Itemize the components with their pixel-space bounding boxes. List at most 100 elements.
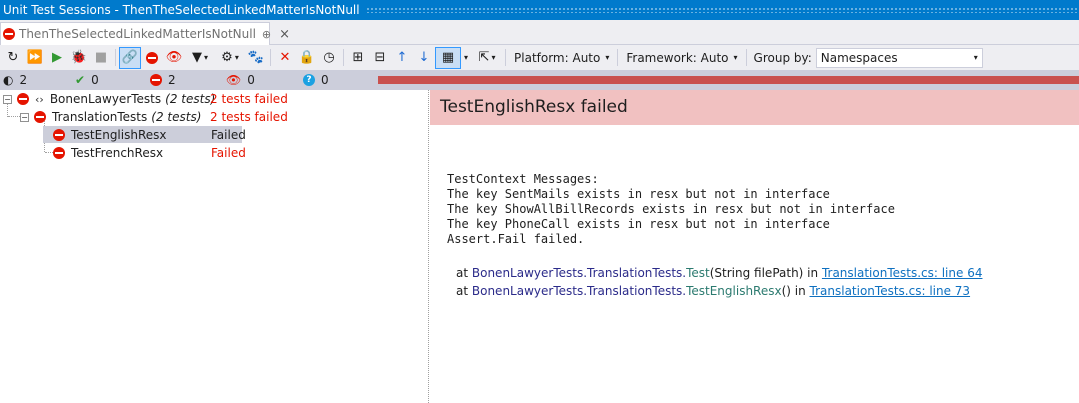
stack-method[interactable]: TestEnglishResx [686, 284, 782, 298]
export-dropdown[interactable]: ⇱ ▾ [472, 47, 502, 69]
platform-label: Platform: Auto [514, 50, 601, 65]
unknown-count-value: 0 [321, 73, 329, 87]
total-count-value: 2 [19, 73, 28, 87]
lock-button[interactable]: 🔒 [296, 47, 318, 69]
groupby-select[interactable]: Namespaces ▾ [815, 47, 983, 68]
track-running-button[interactable]: 🔗 [119, 46, 141, 69]
stack-at: at [456, 284, 472, 298]
ignored-count-value: 0 [247, 73, 255, 87]
session-tab-label: ThenTheSelectedLinkedMatterIsNotNull [19, 27, 256, 41]
framework-dropdown[interactable]: Framework: Auto ▾ [621, 51, 742, 65]
stack-frame: at BonenLawyerTests.TranslationTests.Tes… [456, 266, 982, 280]
stack-method[interactable]: Test [686, 266, 710, 280]
run-all-button[interactable]: ⏩ [24, 47, 46, 69]
group-icon: ⚙ [221, 50, 233, 65]
stack-args: (String filePath) in [709, 266, 822, 280]
node-status: Failed [211, 146, 246, 160]
collapse-all-icon: ⊟ [374, 50, 386, 65]
stack-at: at [456, 266, 472, 280]
node-status: 2 tests failed [210, 92, 288, 106]
collapse-toggle-icon[interactable]: − [20, 112, 29, 122]
stack-class[interactable]: BonenLawyerTests.TranslationTests. [472, 284, 686, 298]
lock-icon: 🔒 [298, 50, 316, 65]
chevron-down-icon: ▾ [491, 53, 496, 62]
node-label: TestEnglishResx [71, 128, 167, 142]
debug-icon: 🐞 [70, 50, 88, 65]
expand-all-button[interactable]: ⊞ [347, 47, 369, 69]
toolbar-separator [343, 49, 344, 66]
document-tab-strip: ThenTheSelectedLinkedMatterIsNotNull ⊕ × [0, 20, 1079, 45]
clock-button[interactable]: ◷ [318, 47, 340, 69]
tree-node-test[interactable]: TestFrenchResx [53, 144, 163, 162]
tree-node-class[interactable]: − TranslationTests (2 tests) [20, 108, 201, 126]
passed-count-value: 0 [91, 73, 99, 87]
layout-icon: ▦ [441, 50, 455, 65]
tree-node-test[interactable]: TestEnglishResx [53, 126, 167, 144]
group-dropdown[interactable]: ⚙ ▾ [215, 47, 245, 69]
previous-button[interactable]: ↑ [391, 47, 413, 69]
passed-count[interactable]: ✔ 0 [75, 72, 99, 88]
arrow-up-icon: ↑ [396, 50, 408, 65]
stack-args: () in [781, 284, 810, 298]
failed-count[interactable]: 2 [150, 72, 176, 88]
run-button[interactable]: ▶ [46, 47, 68, 69]
node-label: BonenLawyerTests [49, 92, 162, 106]
debug-button[interactable]: 🐞 [68, 47, 90, 69]
ignored-count[interactable]: 👁 0 [226, 72, 255, 88]
node-count: (2 tests) [151, 110, 202, 124]
message-line: Assert.Fail failed. [447, 232, 585, 246]
stop-icon: ■ [94, 50, 108, 65]
toolbar-separator [617, 49, 619, 66]
namespace-icon: ‹› [35, 92, 44, 106]
failed-status-icon [150, 74, 162, 86]
message-line: The key PhoneCall exists in resx but not… [447, 217, 830, 231]
stack-class[interactable]: BonenLawyerTests.TranslationTests. [472, 266, 686, 280]
source-link[interactable]: TranslationTests.cs: line 73 [810, 284, 971, 298]
toolbar-separator [745, 49, 747, 66]
collapse-toggle-icon[interactable]: − [3, 94, 12, 104]
test-tree: − ‹› BonenLawyerTests (2 tests) 2 tests … [0, 90, 428, 403]
failed-status-icon [53, 129, 65, 141]
test-output-panel: TestEnglishResx failed TestContext Messa… [430, 90, 1079, 403]
stop-button[interactable]: ■ [90, 47, 112, 69]
title-grip[interactable] [365, 7, 1077, 13]
message-line: TestContext Messages: [447, 172, 599, 186]
toolbar-separator [505, 49, 507, 66]
failed-count-value: 2 [168, 73, 176, 87]
export-icon: ⇱ [478, 50, 490, 65]
chevron-down-icon[interactable]: ▾ [464, 53, 468, 62]
source-link[interactable]: TranslationTests.cs: line 64 [822, 266, 983, 280]
arrow-down-icon: ↓ [418, 50, 430, 65]
result-heading: TestEnglishResx failed [430, 90, 1079, 125]
platform-dropdown[interactable]: Platform: Auto ▾ [509, 51, 614, 65]
layout-dropdown[interactable]: ▦ [435, 46, 461, 69]
groupby-label: Group by: [753, 50, 812, 65]
paw-button[interactable]: 🐾 [245, 47, 267, 69]
run-all-icon: ⏩ [26, 50, 44, 65]
show-ignored-button[interactable]: 👁 [163, 47, 185, 69]
unknown-count[interactable]: ? 0 [303, 72, 329, 88]
collapse-all-button[interactable]: ⊟ [369, 47, 391, 69]
tree-node-namespace[interactable]: − ‹› BonenLawyerTests (2 tests) [3, 90, 215, 108]
refresh-button[interactable]: ↻ [2, 47, 24, 69]
pin-icon[interactable]: ⊕ [262, 28, 271, 41]
groupby-value: Namespaces [820, 50, 898, 65]
node-count: (2 tests) [165, 92, 216, 106]
node-status: Failed [211, 128, 246, 142]
remove-button[interactable]: ✕ [274, 47, 296, 69]
chevron-down-icon: ▾ [973, 53, 978, 62]
tree-guide-line [8, 116, 20, 117]
progress-bar-fill [378, 76, 1079, 84]
close-icon[interactable]: × [279, 27, 290, 42]
tree-guide-line [45, 152, 53, 153]
failed-status-icon [3, 28, 15, 40]
session-tab[interactable]: ThenTheSelectedLinkedMatterIsNotNull ⊕ × [0, 22, 290, 45]
show-failed-button[interactable] [141, 47, 163, 69]
unknown-info-icon: ? [303, 74, 315, 86]
filter-dropdown[interactable]: ▼ ▾ [185, 47, 215, 69]
passed-check-icon: ✔ [75, 73, 86, 87]
progress-bar [378, 76, 1079, 84]
next-button[interactable]: ↓ [413, 47, 435, 69]
filter-icon: ▼ [191, 50, 202, 65]
total-count[interactable]: ◐ 2 [3, 72, 27, 88]
